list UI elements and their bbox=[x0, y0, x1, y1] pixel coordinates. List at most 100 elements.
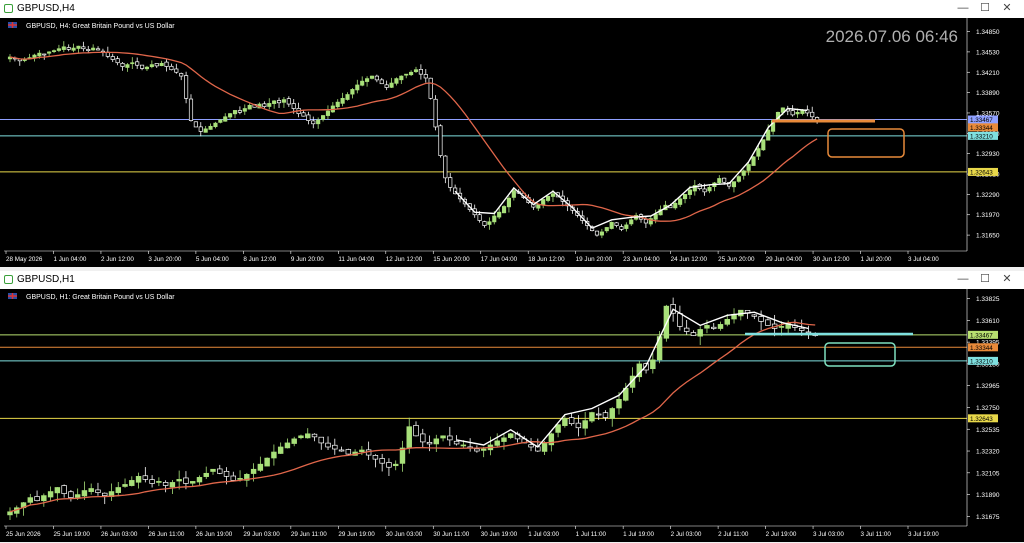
top-chart-window: GBPUSD,H4 — ☐ ✕ GBPUSD, H4: Great Britai… bbox=[0, 0, 1024, 268]
candle[interactable] bbox=[218, 119, 223, 124]
candle[interactable] bbox=[184, 71, 189, 104]
top-window-titlebar[interactable]: GBPUSD,H4 — ☐ ✕ bbox=[0, 0, 1024, 19]
candle[interactable] bbox=[433, 95, 438, 131]
candle-body bbox=[508, 433, 514, 438]
x-tick-label: 17 Jun 04:00 bbox=[481, 256, 518, 263]
candle-body bbox=[614, 222, 619, 226]
candle-body bbox=[95, 489, 101, 493]
candle-body bbox=[528, 444, 534, 448]
x-tick-label: 2 Jul 03:00 bbox=[671, 531, 702, 538]
candle-body bbox=[340, 97, 345, 104]
x-tick-label: 1 Jul 03:00 bbox=[528, 531, 559, 538]
y-tick-label: 1.31650 bbox=[976, 233, 1000, 240]
minimize-icon[interactable]: — bbox=[956, 2, 970, 15]
candle-body bbox=[81, 490, 88, 497]
candle-body bbox=[609, 408, 615, 419]
x-tick-label: 30 Jun 12:00 bbox=[813, 256, 850, 263]
candle-body bbox=[169, 65, 174, 71]
h4-price-chart[interactable]: GBPUSD, H4: Great Britain Pound vs US Do… bbox=[0, 18, 1024, 267]
candle-body bbox=[306, 114, 311, 121]
candle-body bbox=[447, 435, 453, 441]
chart-background bbox=[0, 289, 1024, 542]
y-tick-label: 1.33825 bbox=[976, 296, 1000, 303]
candle-body bbox=[228, 113, 233, 118]
y-tick-label: 1.34850 bbox=[976, 29, 1000, 36]
candle-body bbox=[506, 197, 512, 208]
candle-body bbox=[751, 314, 758, 317]
candle[interactable] bbox=[193, 121, 198, 128]
close-icon[interactable]: ✕ bbox=[1000, 2, 1014, 15]
candle-body bbox=[717, 178, 722, 184]
candle-body bbox=[223, 116, 228, 122]
x-tick-label: 30 Jun 11:00 bbox=[433, 531, 469, 538]
candle-body bbox=[428, 77, 433, 99]
candle-body bbox=[179, 73, 184, 77]
candle-body bbox=[731, 181, 737, 188]
candle[interactable] bbox=[438, 124, 443, 158]
candle-body bbox=[555, 424, 561, 433]
minimize-icon[interactable]: — bbox=[956, 273, 970, 286]
candle-body bbox=[286, 98, 291, 105]
y-tick-label: 1.32290 bbox=[976, 192, 1000, 199]
candle-body bbox=[284, 442, 291, 449]
candle-body bbox=[778, 326, 785, 328]
candle-body bbox=[164, 61, 169, 67]
candle[interactable] bbox=[501, 205, 507, 214]
candle-body bbox=[129, 480, 135, 486]
candle-body bbox=[374, 75, 379, 81]
candle[interactable] bbox=[609, 221, 614, 230]
candle-body bbox=[210, 468, 216, 472]
candle[interactable] bbox=[345, 448, 352, 455]
candle-body bbox=[678, 198, 683, 205]
x-tick-label: 2 Jun 12:00 bbox=[101, 256, 134, 263]
candle-body bbox=[203, 128, 208, 133]
candle-body bbox=[223, 470, 230, 477]
candle[interactable] bbox=[751, 156, 756, 166]
candle-body bbox=[298, 435, 304, 439]
candle[interactable] bbox=[589, 411, 595, 423]
candle-body bbox=[277, 446, 284, 454]
candle[interactable] bbox=[264, 457, 270, 467]
x-tick-label: 29 Jun 19:00 bbox=[338, 531, 375, 538]
maximize-icon[interactable]: ☐ bbox=[978, 2, 992, 15]
candle-body bbox=[443, 155, 448, 179]
candle[interactable] bbox=[736, 175, 741, 183]
price-label-text: 1.33344 bbox=[970, 345, 993, 352]
y-tick-label: 1.33890 bbox=[976, 90, 1000, 97]
x-tick-label: 24 Jun 12:00 bbox=[671, 256, 708, 263]
x-tick-label: 26 Jun 11:00 bbox=[148, 531, 184, 538]
x-tick-label: 11 Jun 04:00 bbox=[338, 256, 374, 263]
price-label-text: 1.33467 bbox=[970, 117, 993, 124]
candle-body bbox=[149, 64, 154, 68]
candle-body bbox=[267, 103, 272, 107]
candle-body bbox=[247, 104, 252, 110]
candle-body bbox=[149, 479, 155, 484]
close-icon[interactable]: ✕ bbox=[1000, 273, 1014, 286]
candle-body bbox=[74, 494, 81, 498]
candle-body bbox=[142, 475, 149, 480]
candle-body bbox=[687, 189, 692, 195]
candle-body bbox=[756, 148, 761, 157]
candle-body bbox=[798, 327, 805, 331]
candle-body bbox=[272, 100, 277, 104]
x-tick-label: 3 Jul 19:00 bbox=[908, 531, 939, 538]
candle-body bbox=[406, 426, 412, 449]
bottom-window-titlebar[interactable]: GBPUSD,H1 — ☐ ✕ bbox=[0, 271, 1024, 290]
candle-body bbox=[276, 100, 282, 104]
h1-price-chart[interactable]: GBPUSD, H1: Great Britain Pound vs US Do… bbox=[0, 289, 1024, 542]
candle-body bbox=[208, 125, 213, 130]
x-tick-label: 1 Jun 04:00 bbox=[53, 256, 86, 263]
candle-body bbox=[120, 62, 125, 67]
candle-body bbox=[115, 487, 121, 493]
candle-body bbox=[409, 71, 414, 76]
candle-body bbox=[810, 111, 815, 118]
candle-body bbox=[162, 482, 169, 486]
candle-body bbox=[399, 447, 406, 464]
x-tick-label: 2 Jul 19:00 bbox=[766, 531, 797, 538]
maximize-icon[interactable]: ☐ bbox=[978, 273, 992, 286]
candle-body bbox=[501, 206, 507, 214]
candle[interactable] bbox=[428, 77, 433, 100]
candle[interactable] bbox=[761, 139, 766, 151]
x-tick-label: 1 Jul 11:00 bbox=[576, 531, 607, 538]
candle-body bbox=[301, 112, 306, 117]
